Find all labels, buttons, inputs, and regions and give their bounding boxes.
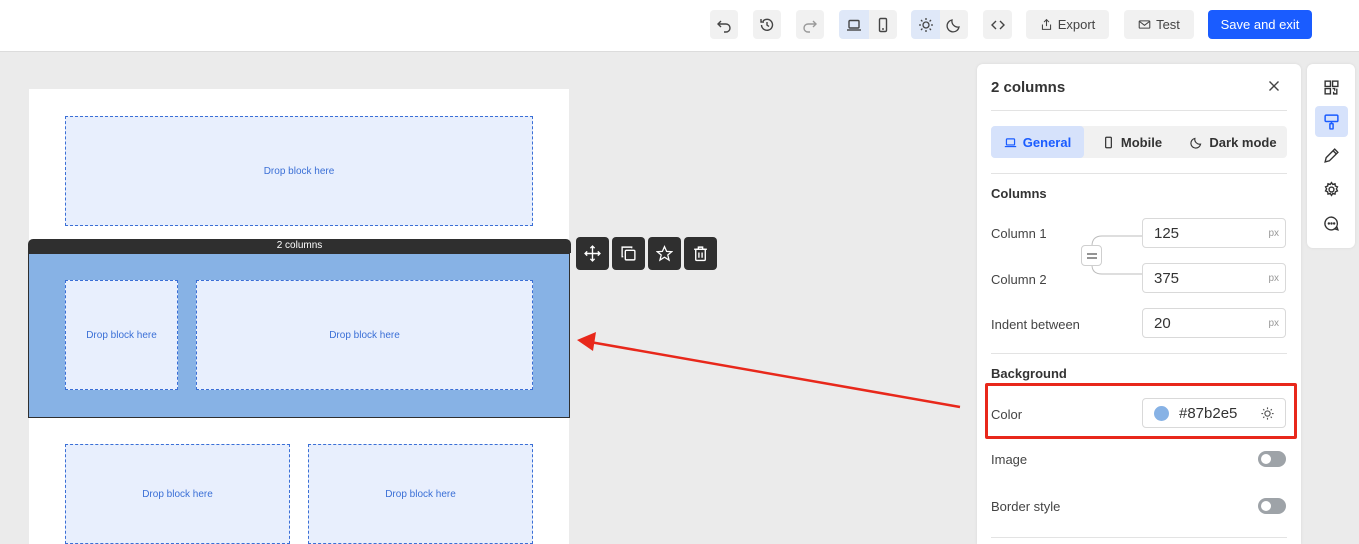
divider [991, 537, 1287, 538]
settings-panel: 2 columns General Mobile Dark mode Colum… [977, 64, 1301, 544]
code-icon [990, 20, 1005, 29]
settings-button[interactable] [1315, 174, 1348, 205]
unit-label: px [1268, 273, 1279, 284]
column2-width-input[interactable]: 375 px [1142, 263, 1286, 293]
laptop-icon [847, 19, 861, 31]
drop-zone[interactable]: Drop block here [196, 280, 533, 390]
drop-zone[interactable]: Drop block here [65, 280, 178, 390]
annotation-highlight-box [985, 383, 1297, 439]
paint-roller-icon [1324, 114, 1339, 130]
trash-icon [694, 246, 707, 262]
redo-icon [803, 20, 817, 33]
image-label: Image [991, 452, 1028, 467]
right-sidebar [1307, 64, 1355, 248]
delete-button[interactable] [684, 237, 717, 270]
test-label: Test [1156, 17, 1180, 32]
undo-button[interactable] [710, 10, 738, 39]
appearance-button[interactable] [1315, 106, 1348, 137]
move-icon [584, 245, 601, 262]
top-toolbar: Export Test Save and exit [0, 0, 1359, 52]
background-heading: Background [991, 366, 1067, 381]
copy-icon [621, 246, 636, 261]
pencil-icon [1324, 148, 1339, 163]
favorite-button[interactable] [648, 237, 681, 270]
indent-label: Indent between [991, 317, 1080, 332]
blocks-button[interactable] [1315, 72, 1348, 103]
dark-mode-button[interactable] [940, 10, 968, 39]
sun-icon [918, 17, 933, 32]
duplicate-button[interactable] [612, 237, 645, 270]
column2-value: 375 [1154, 269, 1180, 287]
gear-icon [1324, 181, 1339, 197]
border-style-label: Border style [991, 499, 1061, 514]
edit-button[interactable] [1315, 140, 1348, 171]
move-button[interactable] [576, 237, 609, 270]
comments-button[interactable] [1315, 208, 1348, 239]
code-button[interactable] [983, 10, 1012, 39]
save-and-exit-button[interactable]: Save and exit [1208, 10, 1312, 39]
export-button[interactable]: Export [1026, 10, 1109, 39]
unit-label: px [1268, 318, 1279, 329]
light-mode-button[interactable] [911, 10, 940, 39]
indent-value: 20 [1154, 314, 1171, 332]
desktop-view-button[interactable] [839, 10, 869, 39]
history-icon [760, 18, 774, 31]
phone-icon [878, 17, 888, 32]
drop-zone[interactable]: Drop block here [65, 116, 533, 226]
image-toggle[interactable] [1258, 451, 1286, 467]
export-label: Export [1057, 17, 1096, 32]
drop-zone[interactable]: Drop block here [308, 444, 533, 544]
star-icon [656, 245, 673, 262]
link-columns-button[interactable] [1081, 245, 1102, 266]
export-icon [1041, 18, 1051, 30]
history-button[interactable] [753, 10, 781, 39]
block-actions [576, 237, 717, 270]
chat-icon [1324, 216, 1339, 231]
border-style-toggle[interactable] [1258, 498, 1286, 514]
selected-block-label: 2 columns [28, 239, 571, 253]
drop-zone[interactable]: Drop block here [65, 444, 290, 544]
equals-icon [1086, 252, 1097, 259]
undo-icon [717, 20, 731, 33]
divider [991, 353, 1287, 354]
column2-label: Column 2 [991, 272, 1047, 287]
test-button[interactable]: Test [1124, 10, 1194, 39]
mobile-view-button[interactable] [869, 10, 897, 39]
qr-grid-icon [1324, 80, 1339, 95]
envelope-icon [1138, 20, 1151, 29]
indent-between-input[interactable]: 20 px [1142, 308, 1286, 338]
redo-button[interactable] [796, 10, 824, 39]
moon-icon [946, 18, 960, 33]
